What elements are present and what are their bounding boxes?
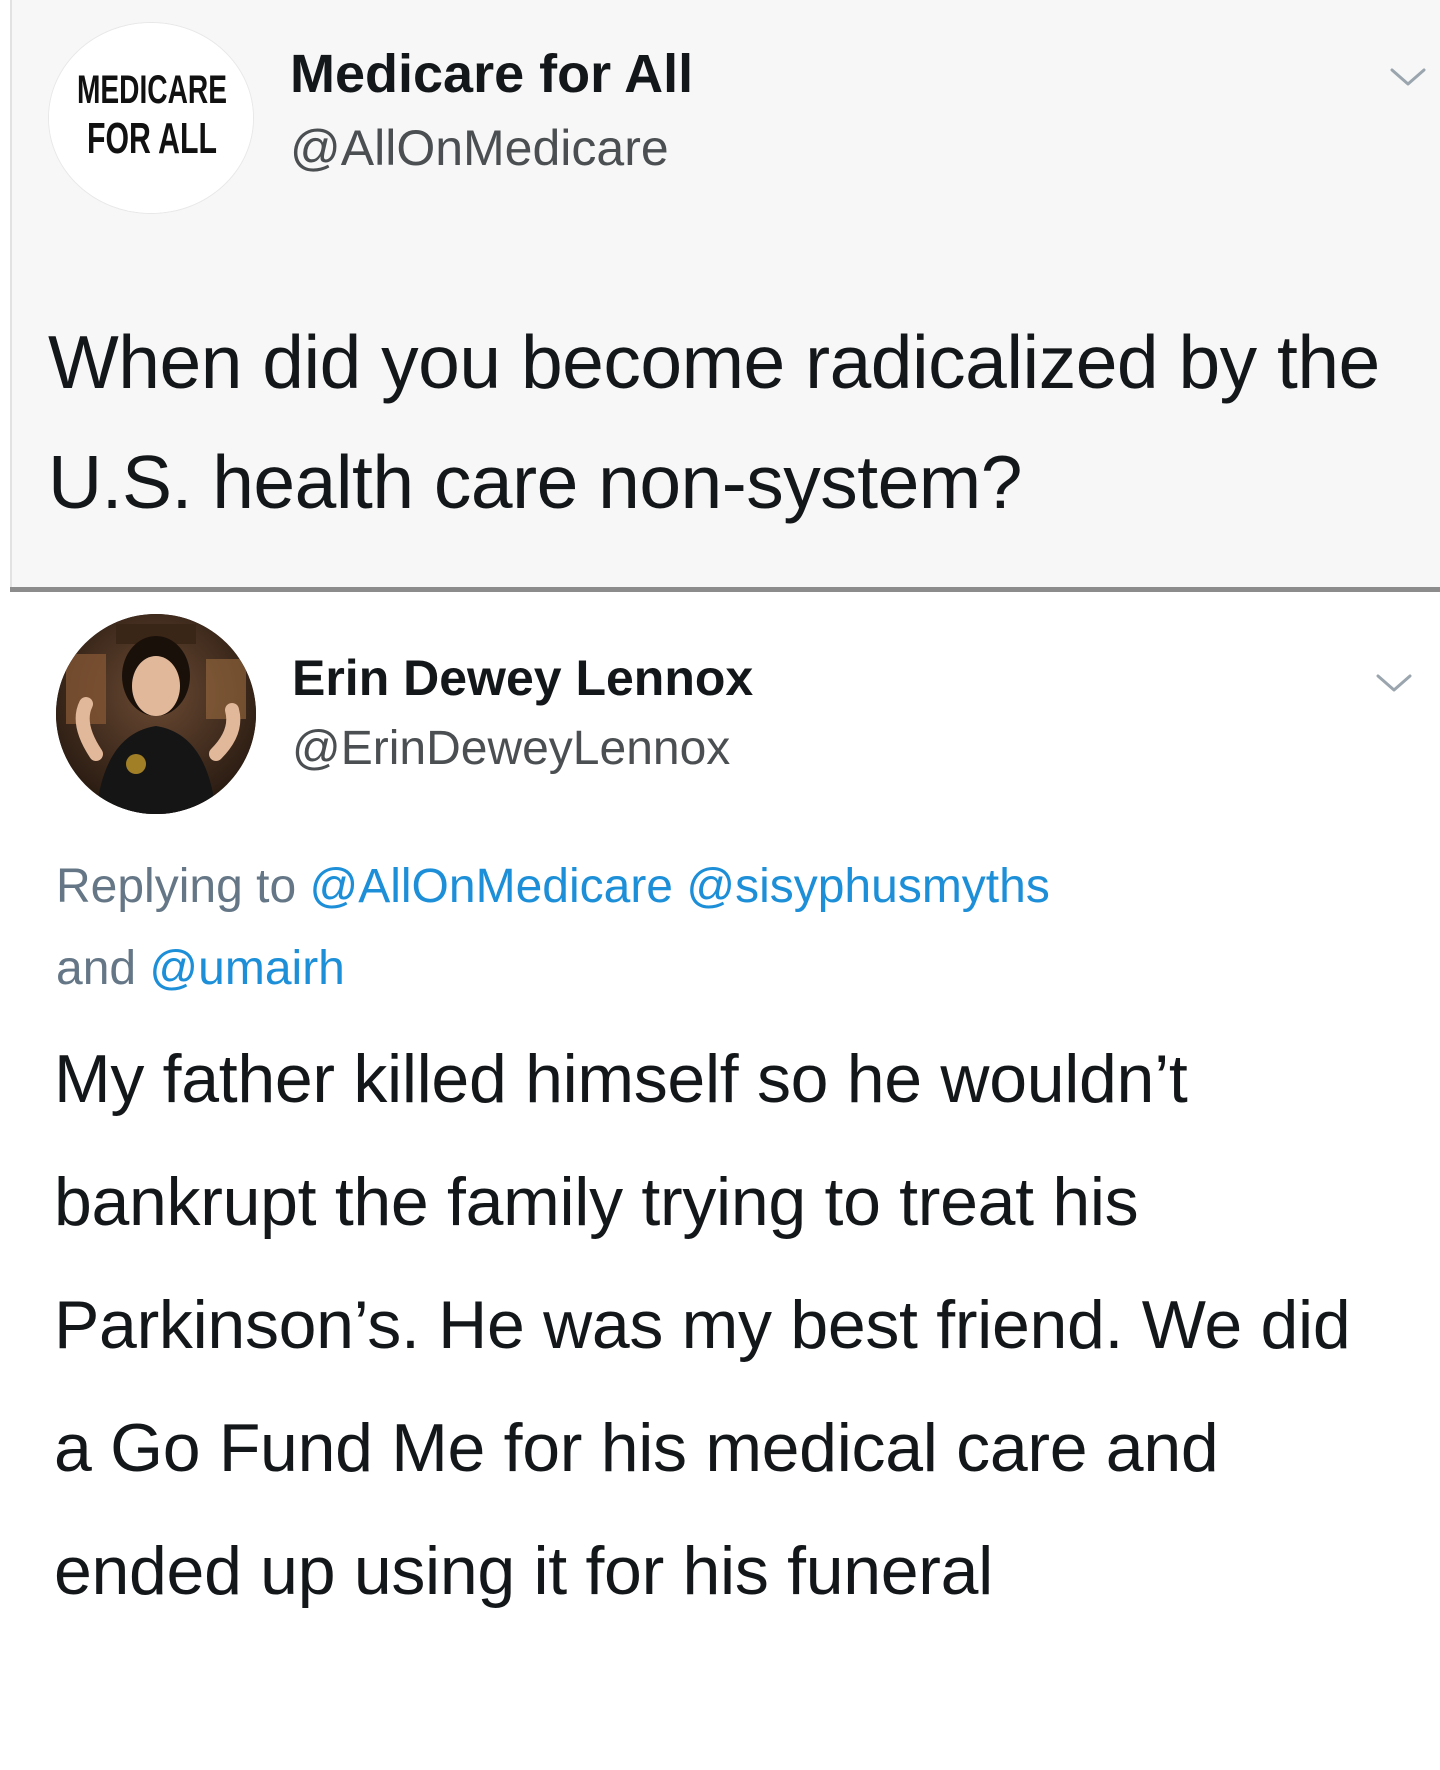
replying-and-label: and bbox=[56, 942, 150, 995]
tweet-screenshot: MEDICARE FOR ALL Medicare for All @AllOn… bbox=[0, 0, 1440, 1770]
mention-link[interactable]: @sisyphusmyths bbox=[686, 860, 1050, 913]
replying-to-line: Replying to @AllOnMedicare @sisyphusmyth… bbox=[56, 846, 1396, 1010]
mention-link[interactable]: @umairh bbox=[149, 942, 344, 995]
original-author-name[interactable]: Medicare for All bbox=[290, 44, 693, 104]
mention-link[interactable]: @AllOnMedicare bbox=[309, 860, 673, 913]
chevron-down-icon[interactable] bbox=[1386, 62, 1430, 92]
profile-photo-icon[interactable] bbox=[56, 614, 256, 814]
replying-to-label: Replying to bbox=[56, 860, 310, 913]
reply-author-handle[interactable]: @ErinDeweyLennox bbox=[292, 722, 730, 776]
medicare-for-all-logo-icon[interactable]: MEDICARE FOR ALL bbox=[48, 22, 254, 214]
logo-text-line-2: FOR ALL bbox=[87, 114, 217, 163]
logo-text-line-1: MEDICARE bbox=[77, 68, 227, 112]
original-tweet-text: When did you become radicalized by the U… bbox=[48, 320, 1380, 524]
reply-author-name[interactable]: Erin Dewey Lennox bbox=[292, 650, 753, 706]
chevron-down-icon[interactable] bbox=[1372, 668, 1416, 698]
reply-tweet-text: My father killed himself so he wouldn’t … bbox=[54, 1041, 1351, 1609]
original-author-handle[interactable]: @AllOnMedicare bbox=[290, 120, 669, 176]
